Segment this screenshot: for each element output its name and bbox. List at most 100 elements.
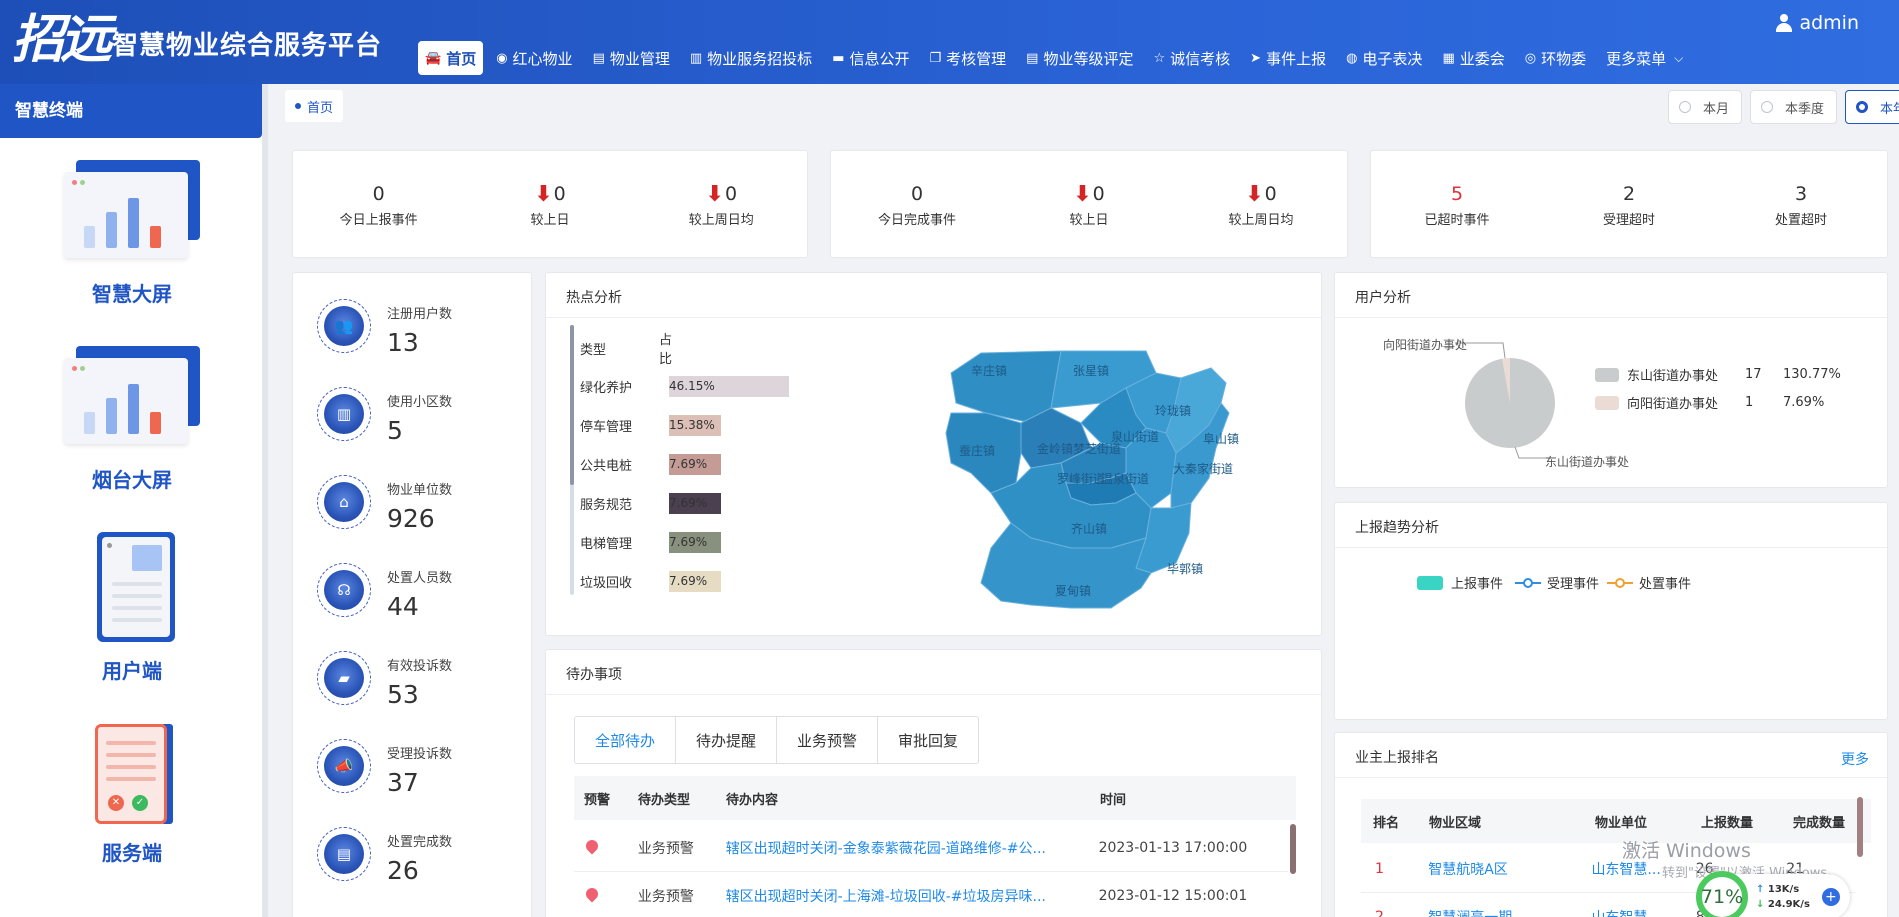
- user-menu[interactable]: admin: [1775, 12, 1859, 34]
- legend-name: 向阳街道办事处: [1627, 397, 1719, 412]
- nav-item[interactable]: ◎ 环物委: [1518, 41, 1593, 75]
- rank-unit-link[interactable]: 山东智慧...: [1579, 907, 1683, 917]
- network-monitor-widget[interactable]: 71% ↑ 13K/s ↓ 24.9K/s +: [1696, 871, 1850, 917]
- hot-row[interactable]: 停车管理 15.38%: [580, 414, 721, 436]
- ranking-table-header: 排名 物业区域 物业单位 上报数量 完成数量: [1361, 799, 1871, 843]
- todo-time: 2023-01-12 15:00:01: [1098, 887, 1248, 904]
- map-label: 大秦家街道: [1173, 461, 1233, 476]
- nav-item[interactable]: 更多菜单 ⌵: [1599, 41, 1690, 75]
- metric-text: 使用小区数 5: [387, 387, 452, 445]
- stat-label: 已超时事件: [1424, 213, 1490, 228]
- column-header: 上报数量: [1701, 815, 1754, 831]
- todo-tab[interactable]: 全部待办: [575, 717, 677, 763]
- nav-item[interactable]: 🚘 首页: [418, 41, 484, 75]
- nav-item[interactable]: ➤ 事件上报: [1243, 41, 1333, 75]
- nav-label: 事件上报: [1266, 49, 1327, 68]
- todo-tab[interactable]: 待办提醒: [676, 717, 778, 763]
- sidebar-item-service-client[interactable]: ✕ ✓ 服务端: [62, 724, 202, 866]
- nav-item[interactable]: ❐ 考核管理: [923, 41, 1014, 75]
- hot-row[interactable]: 绿化养护 46.15%: [580, 375, 789, 397]
- nav-item[interactable]: ☆ 诚信考核: [1146, 41, 1237, 75]
- metric-text: 处置人员数 44: [387, 563, 452, 621]
- trend-legend-item[interactable]: 上报事件: [1417, 573, 1503, 592]
- stat-label: 处置超时: [1774, 213, 1827, 228]
- range-option[interactable]: 本月: [1668, 90, 1743, 124]
- arrow-down-icon: ⬇: [1245, 181, 1264, 207]
- trend-legend-item[interactable]: 处置事件: [1607, 573, 1691, 592]
- pie-legend-item[interactable]: 向阳街道办事处 1 7.69%: [1595, 393, 1824, 412]
- nav-item[interactable]: ◍ 电子表决: [1339, 41, 1429, 75]
- nav-label: 诚信考核: [1170, 49, 1231, 68]
- building-icon: ▥: [317, 387, 371, 441]
- dashboard-screen-icon: [62, 346, 202, 456]
- metric-glyph: ▤: [324, 834, 364, 874]
- pie-legend-item[interactable]: 东山街道办事处 17 130.77%: [1595, 365, 1841, 384]
- todo-scrollbar[interactable]: [1290, 824, 1296, 874]
- range-option[interactable]: 本季度: [1750, 90, 1838, 124]
- pie-callout-top: 向阳街道办事处: [1383, 338, 1468, 352]
- hot-type: 服务规范: [580, 497, 633, 513]
- stat-label: 较上周日均: [688, 213, 754, 228]
- hot-bar: 7.69%: [669, 531, 721, 553]
- report-stats-panel: 0 今日上报事件 ⬇ 0 较上日 ⬇ 0 较上周日均: [292, 150, 808, 258]
- plus-icon[interactable]: +: [1821, 888, 1840, 906]
- sidebar-item-label: 烟台大屏: [92, 468, 172, 492]
- legend-swatch: [1595, 367, 1619, 382]
- dashboard-screen-icon: [62, 160, 202, 270]
- rank-unit-link[interactable]: 山东智慧...: [1579, 859, 1683, 879]
- stat-item: 2 受理超时: [1579, 181, 1679, 228]
- sidebar-item-smart-screen[interactable]: 智慧大屏: [62, 160, 202, 307]
- todo-row[interactable]: 业务预警 辖区出现超时关闭-上海滩-垃圾回收-#垃圾房异味... 2023-01-1…: [574, 872, 1288, 917]
- nav-item[interactable]: ▤ 物业管理: [586, 41, 677, 75]
- scrollbar[interactable]: [570, 325, 574, 595]
- rank-area-link[interactable]: 智慧航晓A区: [1416, 859, 1579, 879]
- stat-value: ⬇ 0: [671, 181, 771, 207]
- todo-type: 业务预警: [637, 840, 694, 857]
- stat-value: ⬇ 0: [500, 181, 600, 207]
- nav-item[interactable]: ◉ 红心物业: [489, 41, 579, 75]
- arrow-down-icon: ⬇: [534, 181, 553, 207]
- todo-row[interactable]: 业务预警 辖区出现超时关闭-金象泰紫薇花园-道路维修-#公... 2023-01-1…: [574, 824, 1288, 872]
- map-label: 温泉街道: [1101, 472, 1149, 486]
- house-icon: ⌂: [317, 475, 371, 529]
- complete-stats-panel: 0 今日完成事件 ⬇ 0 较上日 ⬇ 0 较上周日均: [830, 150, 1348, 258]
- nav-item[interactable]: ▬ 信息公开: [825, 41, 916, 75]
- trend-legend-item[interactable]: 受理事件: [1515, 573, 1599, 592]
- legend-line-marker: [1515, 576, 1541, 590]
- stat-label: 受理超时: [1602, 213, 1655, 228]
- metric-value: 44: [387, 592, 419, 621]
- hot-row[interactable]: 电梯管理 7.69%: [580, 531, 721, 553]
- metric-label: 有效投诉数: [387, 659, 453, 674]
- ranking-scrollbar[interactable]: [1857, 797, 1863, 857]
- nav-item[interactable]: ▦ 业委会: [1435, 41, 1511, 75]
- folder-icon: ▰: [317, 651, 371, 705]
- metric-value: 53: [387, 680, 419, 709]
- nav-icon: 🚘: [425, 50, 442, 66]
- map-label: 辛庄镇: [971, 363, 1007, 378]
- memory-gauge: 71%: [1696, 871, 1748, 917]
- rank-area-link[interactable]: 智慧澜亭一期: [1416, 907, 1579, 917]
- todo-content-link[interactable]: 辖区出现超时关闭-上海滩-垃圾回收-#垃圾房异味...: [716, 886, 1089, 906]
- breadcrumb-home[interactable]: 首页: [285, 90, 344, 122]
- hot-row[interactable]: 垃圾回收 7.69%: [580, 570, 721, 592]
- map-label: 齐山镇: [1071, 521, 1107, 536]
- legend-pct: 7.69%: [1783, 395, 1825, 410]
- nav-item[interactable]: ▤ 物业等级评定: [1019, 41, 1140, 75]
- hot-bar: 7.69%: [669, 570, 721, 592]
- logo[interactable]: 招远 智慧物业综合服务平台: [12, 10, 382, 70]
- district-map[interactable]: 辛庄镇 张星镇玲珑镇蚕庄镇 金岭镇大秦家街道泉山街道梦芝街道罗峰街道温泉街道阜山镇齐…: [911, 333, 1251, 633]
- todo-content-link[interactable]: 辖区出现超时关闭-金象泰紫薇花园-道路维修-#公...: [716, 838, 1089, 858]
- range-option[interactable]: 本年度: [1845, 90, 1899, 124]
- more-link[interactable]: 更多: [1841, 749, 1869, 769]
- hot-row[interactable]: 公共电桩 7.69%: [580, 453, 721, 475]
- todo-tab[interactable]: 审批回复: [878, 717, 978, 763]
- sidebar-item-yantai-screen[interactable]: 烟台大屏: [62, 346, 202, 493]
- sidebar-item-user-client[interactable]: 用户端: [62, 532, 202, 684]
- nav-label: 物业服务招投标: [707, 49, 813, 68]
- todo-tab[interactable]: 业务预警: [777, 717, 879, 763]
- nav-item[interactable]: ▥ 物业服务招投标: [683, 41, 819, 75]
- download-speed: 24.9K/s: [1767, 899, 1810, 910]
- hot-row[interactable]: 服务规范 7.69%: [580, 492, 721, 514]
- stat-value: ⬇ 0: [1039, 181, 1139, 207]
- map-label: 阜山镇: [1203, 432, 1239, 446]
